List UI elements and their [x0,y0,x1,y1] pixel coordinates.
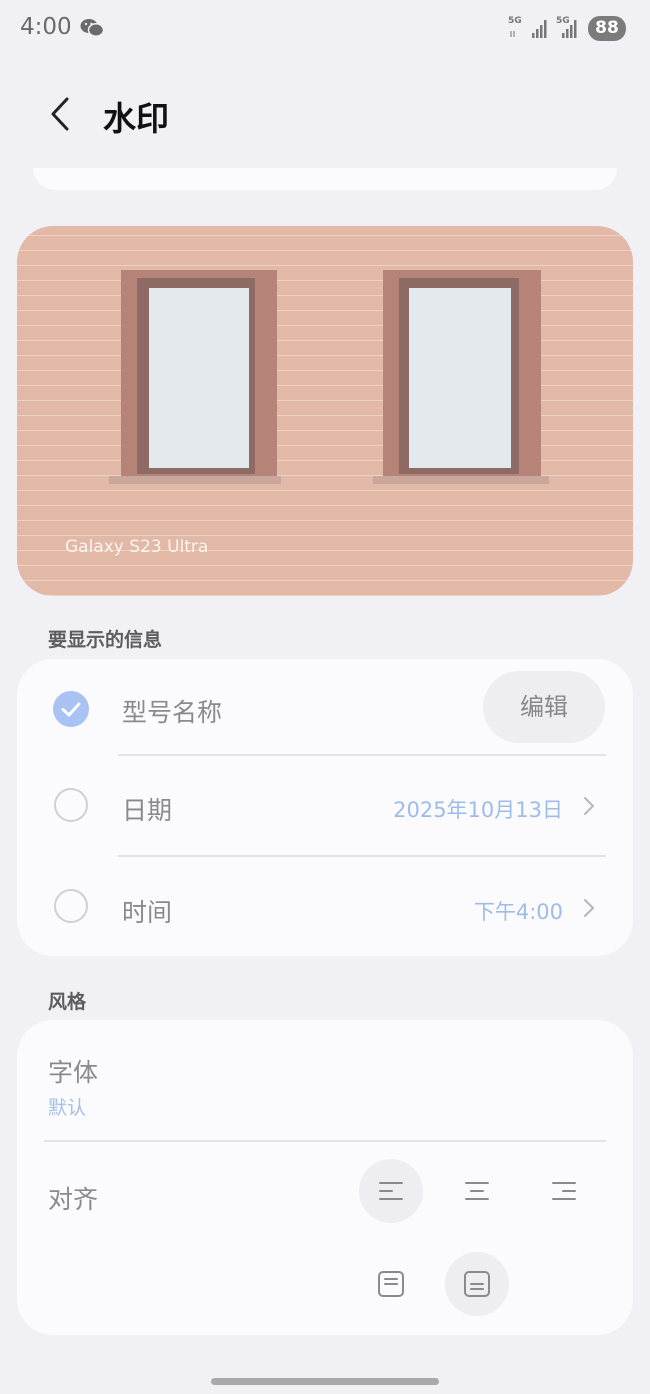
date-value: 2025年10月13日 [393,798,563,822]
model-name-label: 型号名称 [122,698,223,727]
wechat-icon [80,17,105,39]
battery-indicator: 88 [588,16,626,41]
page-title: 水印 [103,99,169,138]
signal-1-icon: 5G [508,16,548,40]
list-item-model-name[interactable]: 型号名称 编辑 [17,659,633,757]
status-time: 4:00 [20,14,72,40]
back-arrow-icon[interactable] [40,92,80,136]
time-value: 下午4:00 [473,900,563,924]
list-item-date[interactable]: 日期 2025年10月13日 [17,757,633,857]
watermark-text: Galaxy S23 Ultra [65,537,209,557]
chevron-right-icon [582,795,596,817]
window-right-sill [373,476,549,484]
position-top-icon [378,1271,404,1297]
checkbox-checked-icon[interactable] [53,691,89,727]
align-center-icon [465,1182,489,1200]
font-value: 默认 [48,1097,87,1119]
chevron-right-icon [582,897,596,919]
align-right-icon [552,1182,576,1200]
list-item-font[interactable]: 字体 默认 [17,1020,633,1140]
info-section-title: 要显示的信息 [48,629,163,651]
network-type-2: 5G [556,16,570,26]
radio-unchecked-icon[interactable] [54,788,88,822]
status-bar: 4:00 5G 5G 88 [0,0,650,56]
align-right-button[interactable] [532,1159,596,1223]
home-indicator[interactable] [211,1378,439,1385]
align-center-button[interactable] [445,1159,509,1223]
watermark-settings-screen: 4:00 5G 5G 88 水印 Galaxy S23 Ultra 要显示的信息… [0,0,650,1394]
align-left-icon [379,1182,403,1200]
style-card: 字体 默认 对齐 [17,1020,633,1335]
divider [118,754,606,756]
position-bottom-icon [464,1271,490,1297]
window-right-glass [409,288,511,468]
position-top-button[interactable] [359,1252,423,1316]
position-bottom-button[interactable] [445,1252,509,1316]
font-label: 字体 [48,1058,99,1087]
list-item-time[interactable]: 时间 下午4:00 [17,857,633,956]
align-left-button[interactable] [359,1159,423,1223]
collapsed-card [33,168,617,190]
watermark-preview-image: Galaxy S23 Ultra [17,226,633,596]
divider [44,1140,606,1142]
date-label: 日期 [122,796,173,825]
time-label: 时间 [122,898,173,927]
align-label: 对齐 [48,1185,99,1214]
info-card: 型号名称 编辑 日期 2025年10月13日 时间 下午4:00 [17,659,633,956]
style-section-title: 风格 [48,991,87,1013]
network-type-1: 5G [508,16,522,26]
window-left-glass [149,288,249,468]
radio-unchecked-icon[interactable] [54,889,88,923]
window-left-sill [109,476,281,484]
edit-button[interactable]: 编辑 [483,671,605,743]
